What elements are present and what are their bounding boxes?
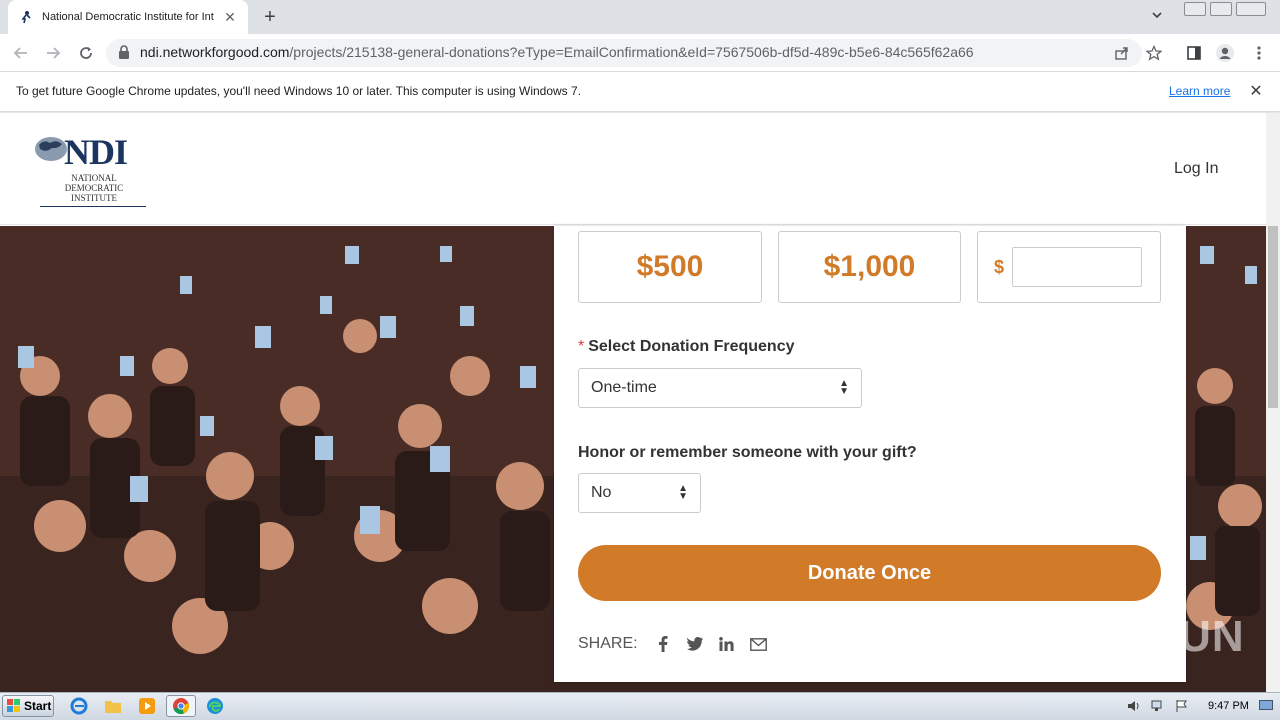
select-caret-icon: ▲ ▼ bbox=[839, 378, 849, 397]
select-caret-icon: ▲ ▼ bbox=[678, 483, 688, 502]
honor-label: Honor or remember someone with your gift… bbox=[578, 444, 917, 461]
honor-select[interactable]: No ▲ ▼ bbox=[578, 473, 701, 513]
frequency-label-text: Select Donation Frequency bbox=[588, 338, 795, 355]
windows-logo-icon bbox=[7, 699, 20, 712]
other-amount-input[interactable] bbox=[1012, 247, 1143, 287]
globe-icon bbox=[35, 137, 67, 161]
new-tab-icon[interactable]: + bbox=[258, 6, 282, 28]
close-window-icon[interactable] bbox=[1236, 2, 1266, 16]
amount-option-500[interactable]: $500 bbox=[578, 231, 762, 303]
amount-option-1000[interactable]: $1,000 bbox=[778, 231, 961, 303]
login-link[interactable]: Log In bbox=[1174, 160, 1218, 178]
start-label: Start bbox=[24, 699, 52, 713]
facebook-icon[interactable] bbox=[652, 635, 674, 653]
ndi-favicon-icon bbox=[18, 9, 34, 25]
restore-window-icon[interactable] bbox=[1210, 2, 1232, 16]
lock-icon[interactable] bbox=[118, 45, 130, 59]
browser-tab[interactable]: National Democratic Institute for Int ✕ bbox=[8, 0, 248, 34]
site-header: NDI NATIONAL DEMOCRATIC INSTITUTE Log In bbox=[0, 113, 1266, 225]
internet-explorer-icon[interactable] bbox=[68, 695, 90, 717]
logo-subtitle: NATIONAL DEMOCRATIC INSTITUTE bbox=[64, 173, 124, 203]
bookmark-star-icon[interactable] bbox=[1143, 42, 1165, 64]
frequency-label: * Select Donation Frequency bbox=[578, 338, 795, 356]
twitter-icon[interactable] bbox=[684, 635, 706, 653]
anyrun-watermark: ANY RUN bbox=[1038, 612, 1245, 661]
infobar-message: To get future Google Chrome updates, you… bbox=[16, 84, 582, 98]
url-path: /projects/215138-general-donations?eType… bbox=[289, 44, 974, 60]
ndi-logo[interactable]: NDI NATIONAL DEMOCRATIC INSTITUTE bbox=[34, 131, 150, 209]
logo-wordmark: NDI bbox=[64, 132, 128, 172]
share-bar: SHARE: bbox=[578, 635, 770, 653]
share-page-icon[interactable] bbox=[1111, 42, 1133, 64]
minimize-window-icon[interactable] bbox=[1184, 2, 1206, 16]
url-text[interactable]: ndi.networkforgood.com/projects/215138-g… bbox=[140, 44, 974, 60]
frequency-value: One-time bbox=[591, 379, 657, 396]
amount-option-other[interactable]: $ bbox=[977, 231, 1161, 303]
media-player-icon[interactable] bbox=[136, 695, 158, 717]
scrollbar-thumb[interactable] bbox=[1268, 226, 1278, 408]
profile-avatar-icon[interactable] bbox=[1214, 42, 1236, 64]
menu-dots-icon[interactable] bbox=[1248, 42, 1270, 64]
tab-close-icon[interactable]: ✕ bbox=[222, 9, 238, 25]
tab-search-chevron-icon[interactable] bbox=[1150, 8, 1172, 26]
learn-more-link[interactable]: Learn more bbox=[1169, 84, 1230, 98]
start-button[interactable]: Start bbox=[2, 695, 54, 717]
linkedin-icon[interactable] bbox=[716, 635, 738, 653]
edge-icon[interactable] bbox=[204, 695, 226, 717]
forward-arrow-icon[interactable] bbox=[42, 42, 64, 64]
email-envelope-icon[interactable] bbox=[748, 635, 770, 653]
file-explorer-icon[interactable] bbox=[102, 695, 124, 717]
donate-once-button[interactable]: Donate Once bbox=[578, 545, 1161, 601]
taskbar-clock[interactable]: 9:47 PM bbox=[1208, 700, 1249, 712]
reload-icon[interactable] bbox=[75, 42, 97, 64]
network-icon[interactable] bbox=[1148, 695, 1168, 717]
honor-value: No bbox=[591, 484, 612, 501]
side-panel-icon[interactable] bbox=[1183, 42, 1205, 64]
infobar-close-icon[interactable]: ✕ bbox=[1248, 81, 1264, 100]
web-page: NDI NATIONAL DEMOCRATIC INSTITUTE Log In bbox=[0, 113, 1266, 692]
currency-symbol: $ bbox=[994, 256, 1005, 277]
action-center-flag-icon[interactable] bbox=[1172, 695, 1192, 717]
volume-icon[interactable] bbox=[1124, 695, 1144, 717]
chrome-taskbar-icon[interactable] bbox=[166, 695, 196, 717]
url-host: ndi.networkforgood.com bbox=[140, 44, 290, 60]
frequency-select[interactable]: One-time ▲ ▼ bbox=[578, 368, 862, 408]
logo-rule bbox=[40, 206, 146, 207]
show-desktop-icon[interactable] bbox=[1256, 695, 1276, 717]
required-mark: * bbox=[578, 338, 585, 355]
back-arrow-icon[interactable] bbox=[10, 42, 32, 64]
tab-title: National Democratic Institute for Int bbox=[42, 11, 214, 23]
share-label: SHARE: bbox=[578, 635, 638, 652]
